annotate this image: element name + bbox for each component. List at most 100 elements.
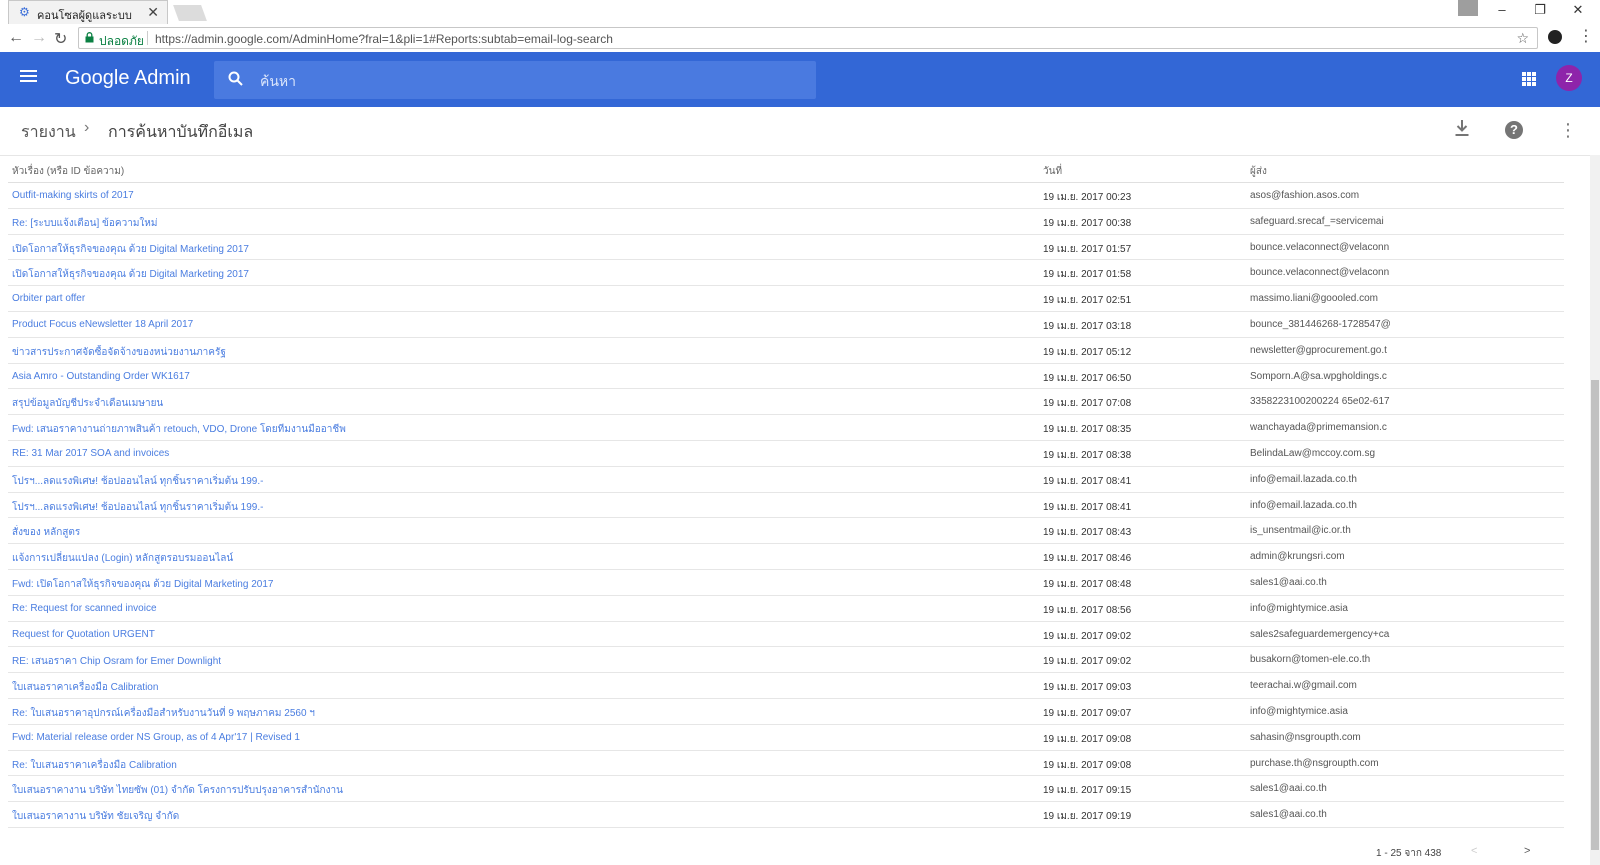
email-sender: teerachai.w@gmail.com bbox=[1250, 680, 1357, 692]
email-subject-link[interactable]: Fwd: เสนอราคางานถ่ายภาพสินค้า retouch, V… bbox=[12, 422, 1012, 437]
email-subject-link[interactable]: แจ้งการเปลี่ยนแปลง (Login) หลักสูตรอบรมอ… bbox=[12, 551, 1012, 566]
email-date: 19 เม.ย. 2017 02:51 bbox=[1043, 295, 1132, 307]
table-row[interactable]: Re: ใบเสนอราคาเครื่องมือ Calibration 19 เ… bbox=[8, 751, 1564, 777]
back-icon[interactable]: ← bbox=[8, 29, 24, 47]
email-date: 19 เม.ย. 2017 05:12 bbox=[1043, 346, 1132, 358]
email-subject-link[interactable]: RE: 31 Mar 2017 SOA and invoices bbox=[12, 448, 1012, 459]
table-row[interactable]: Re: Request for scanned invoice 19 เม.ย. … bbox=[8, 596, 1564, 622]
table-row[interactable]: Product Focus eNewsletter 18 April 2017 1… bbox=[8, 312, 1564, 338]
table-row[interactable]: Fwd: Material release order NS Group, as… bbox=[8, 725, 1564, 751]
table-row[interactable]: Asia Amro - Outstanding Order WK1617 19 เ… bbox=[8, 364, 1564, 390]
email-date: 19 เม.ย. 2017 09:19 bbox=[1043, 811, 1132, 823]
email-sender: info@email.lazada.co.th bbox=[1250, 499, 1357, 511]
extension-icon[interactable] bbox=[1548, 30, 1562, 44]
scrollbar-thumb[interactable] bbox=[1591, 380, 1599, 850]
hamburger-menu-icon[interactable] bbox=[20, 67, 38, 85]
column-header-date[interactable]: วันที่ bbox=[1043, 164, 1062, 179]
browser-tabstrip: ⚙ คอนโซลผู้ดูแลระบบ ✕ – ❐ ✕ bbox=[0, 0, 1600, 24]
browser-menu-icon[interactable]: ⋮ bbox=[1578, 26, 1594, 46]
app-header: Google Admin Z bbox=[0, 52, 1600, 107]
table-row[interactable]: สรุปข้อมูลบัญชีประจำเดือนเมษายน 19 เม.ย. … bbox=[8, 389, 1564, 416]
email-subject-link[interactable]: Fwd: เปิดโอกาสให้ธุรกิจของคุณ ด้วย Digit… bbox=[12, 577, 1012, 592]
table-row[interactable]: แจ้งการเปลี่ยนแปลง (Login) หลักสูตรอบรมอ… bbox=[8, 544, 1564, 570]
window-close-button[interactable]: ✕ bbox=[1563, 2, 1593, 18]
apps-grid-icon[interactable] bbox=[1522, 72, 1536, 86]
profile-icon[interactable] bbox=[1458, 0, 1478, 16]
email-date: 19 เม.ย. 2017 00:38 bbox=[1043, 217, 1132, 229]
email-subject-link[interactable]: RE: เสนอราคา Chip Osram for Emer Downlig… bbox=[12, 654, 1012, 669]
minimize-button[interactable]: – bbox=[1487, 2, 1517, 17]
search-input[interactable] bbox=[258, 69, 802, 93]
table-row[interactable]: RE: 31 Mar 2017 SOA and invoices 19 เม.ย.… bbox=[8, 441, 1564, 467]
download-icon[interactable] bbox=[1451, 119, 1473, 141]
email-subject-link[interactable]: Outfit-making skirts of 2017 bbox=[12, 190, 1012, 201]
omnibox[interactable]: ปลอดภัย https://admin.google.com/AdminHo… bbox=[78, 27, 1538, 49]
table-row[interactable]: RE: เสนอราคา Chip Osram for Emer Downlig… bbox=[8, 647, 1564, 674]
table-row[interactable]: Re: [ระบบแจ้งเตือน] ข้อความใหม่ 19 เม.ย. … bbox=[8, 209, 1564, 235]
url-text[interactable]: https://admin.google.com/AdminHome?fral=… bbox=[155, 32, 613, 46]
email-subject-link[interactable]: สรุปข้อมูลบัญชีประจำเดือนเมษายน bbox=[12, 396, 1012, 411]
email-subject-link[interactable]: Re: [ระบบแจ้งเตือน] ข้อความใหม่ bbox=[12, 216, 1012, 231]
breadcrumb-reports-link[interactable]: รายงาน bbox=[21, 120, 76, 145]
next-page-button[interactable]: > bbox=[1524, 845, 1530, 857]
email-subject-link[interactable]: Product Focus eNewsletter 18 April 2017 bbox=[12, 319, 1012, 330]
email-sender: sales1@aai.co.th bbox=[1250, 783, 1327, 795]
table-row[interactable]: โปรฯ...ลดแรงพิเศษ! ช้อปออนไลน์ ทุกชิ้นรา… bbox=[8, 467, 1564, 493]
avatar[interactable]: Z bbox=[1556, 65, 1582, 91]
email-date: 19 เม.ย. 2017 08:56 bbox=[1043, 604, 1132, 616]
email-log-table: หัวเรื่อง (หรือ ID ข้อความ) วันที่ ผู้ส่… bbox=[8, 158, 1564, 828]
email-subject-link[interactable]: Re: ใบเสนอราคาเครื่องมือ Calibration bbox=[12, 758, 1012, 773]
email-subject-link[interactable]: Asia Amro - Outstanding Order WK1617 bbox=[12, 371, 1012, 382]
table-row[interactable]: โปรฯ...ลดแรงพิเศษ! ช้อปออนไลน์ ทุกชิ้นรา… bbox=[8, 493, 1564, 519]
table-row[interactable]: Outfit-making skirts of 2017 19 เม.ย. 201… bbox=[8, 183, 1564, 209]
browser-tab[interactable]: ⚙ คอนโซลผู้ดูแลระบบ ✕ bbox=[8, 0, 168, 24]
email-subject-link[interactable]: โปรฯ...ลดแรงพิเศษ! ช้อปออนไลน์ ทุกชิ้นรา… bbox=[12, 474, 1012, 489]
bookmark-star-icon[interactable]: ☆ bbox=[1516, 30, 1529, 47]
restore-button[interactable]: ❐ bbox=[1525, 2, 1555, 18]
new-tab-button[interactable] bbox=[173, 5, 207, 21]
brand-title[interactable]: Google Admin bbox=[65, 67, 191, 90]
page-title: การค้นหาบันทึกอีเมล bbox=[108, 124, 254, 141]
table-row[interactable]: เปิดโอกาสให้ธุรกิจของคุณ ด้วย Digital Ma… bbox=[8, 260, 1564, 287]
table-row[interactable]: Fwd: เสนอราคางานถ่ายภาพสินค้า retouch, V… bbox=[8, 415, 1564, 441]
table-row[interactable]: ใบเสนอราคาเครื่องมือ Calibration 19 เม.ย.… bbox=[8, 673, 1564, 699]
table-row[interactable]: Request for Quotation URGENT 19 เม.ย. 201… bbox=[8, 622, 1564, 648]
email-subject-link[interactable]: Fwd: Material release order NS Group, as… bbox=[12, 732, 1012, 743]
email-subject-link[interactable]: สั่งของ หลักสูตร bbox=[12, 525, 1012, 540]
reload-icon[interactable]: ↻ bbox=[54, 29, 67, 49]
table-row[interactable]: ข่าวสารประกาศจัดซื้อจัดจ้างของหน่วยงานภา… bbox=[8, 338, 1564, 364]
email-subject-link[interactable]: ใบเสนอราคางาน บริษัท ไทยซัพ (01) จำกัด โ… bbox=[12, 783, 1012, 798]
email-subject-link[interactable]: Re: ใบเสนอราคาอุปกรณ์เครื่องมือสำหรับงาน… bbox=[12, 706, 1012, 721]
email-subject-link[interactable]: Request for Quotation URGENT bbox=[12, 629, 1012, 640]
table-row[interactable]: เปิดโอกาสให้ธุรกิจของคุณ ด้วย Digital Ma… bbox=[8, 235, 1564, 261]
tab-close-icon[interactable]: ✕ bbox=[147, 4, 159, 21]
email-sender: bounce.velaconnect@velaconn bbox=[1250, 267, 1390, 279]
email-subject-link[interactable]: โปรฯ...ลดแรงพิเศษ! ช้อปออนไลน์ ทุกชิ้นรา… bbox=[12, 500, 1012, 515]
table-row[interactable]: ใบเสนอราคางาน บริษัท ไทยซัพ (01) จำกัด โ… bbox=[8, 776, 1564, 803]
table-row[interactable]: Fwd: เปิดโอกาสให้ธุรกิจของคุณ ด้วย Digit… bbox=[8, 570, 1564, 596]
column-header-subject[interactable]: หัวเรื่อง (หรือ ID ข้อความ) bbox=[12, 164, 124, 179]
table-row[interactable]: Orbiter part offer 19 เม.ย. 2017 02:51 mas… bbox=[8, 286, 1564, 312]
previous-page-button[interactable]: < bbox=[1471, 845, 1477, 857]
table-row[interactable]: สั่งของ หลักสูตร 19 เม.ย. 2017 08:43 is_un… bbox=[8, 518, 1564, 545]
table-row[interactable]: ใบเสนอราคางาน บริษัท ชัยเจริญ จำกัด 19 เม… bbox=[8, 802, 1564, 828]
email-subject-link[interactable]: ใบเสนอราคางาน บริษัท ชัยเจริญ จำกัด bbox=[12, 809, 1012, 824]
email-subject-link[interactable]: Orbiter part offer bbox=[12, 293, 1012, 304]
email-sender: bounce_381446268-1728547@ bbox=[1250, 318, 1391, 330]
email-sender: 3358223100200224 65e02-617 bbox=[1250, 396, 1390, 408]
forward-icon[interactable]: → bbox=[31, 29, 47, 47]
table-row[interactable]: Re: ใบเสนอราคาอุปกรณ์เครื่องมือสำหรับงาน… bbox=[8, 699, 1564, 725]
search-box[interactable] bbox=[214, 61, 816, 99]
email-subject-link[interactable]: เปิดโอกาสให้ธุรกิจของคุณ ด้วย Digital Ma… bbox=[12, 267, 1012, 282]
email-sender: purchase.th@nsgroupth.com bbox=[1250, 757, 1379, 769]
more-options-icon[interactable]: ⋮ bbox=[1557, 119, 1579, 141]
email-sender: massimo.liani@goooled.com bbox=[1250, 293, 1378, 305]
search-icon bbox=[228, 71, 243, 86]
email-subject-link[interactable]: เปิดโอกาสให้ธุรกิจของคุณ ด้วย Digital Ma… bbox=[12, 242, 1012, 257]
email-subject-link[interactable]: ใบเสนอราคาเครื่องมือ Calibration bbox=[12, 680, 1012, 695]
email-subject-link[interactable]: ข่าวสารประกาศจัดซื้อจัดจ้างของหน่วยงานภา… bbox=[12, 345, 1012, 360]
help-icon[interactable]: ? bbox=[1505, 121, 1523, 139]
email-subject-link[interactable]: Re: Request for scanned invoice bbox=[12, 603, 1012, 614]
email-sender: info@email.lazada.co.th bbox=[1250, 473, 1357, 485]
column-header-sender[interactable]: ผู้ส่ง bbox=[1250, 164, 1267, 179]
